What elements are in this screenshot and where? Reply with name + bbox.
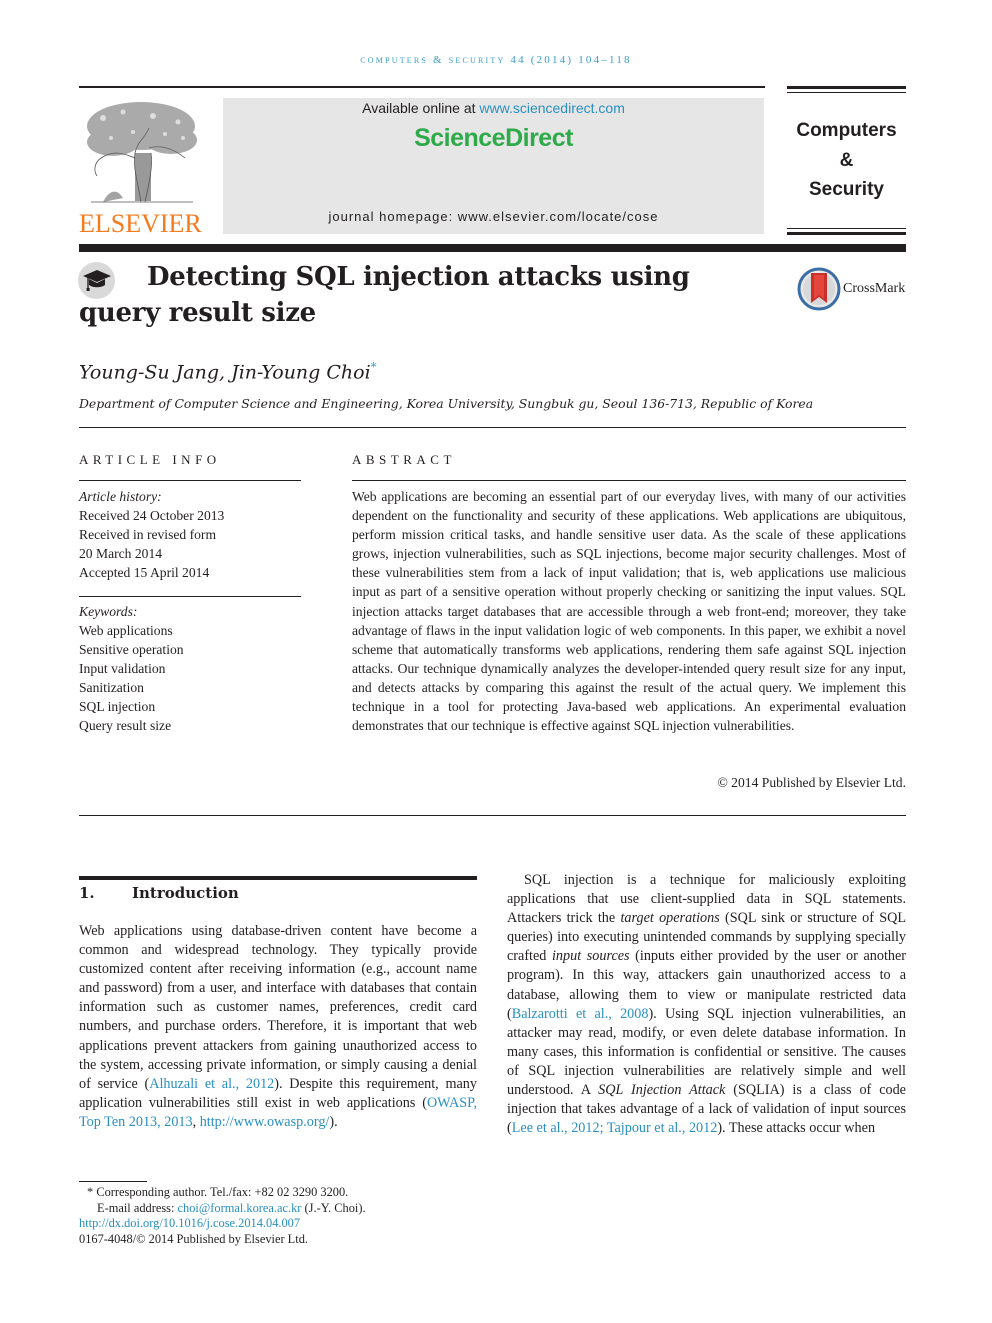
authors: Young-Su Jang, Jin-Young Choi* xyxy=(79,360,377,384)
journal-rule xyxy=(787,228,906,229)
abstract-copyright: © 2014 Published by Elsevier Ltd. xyxy=(717,775,906,790)
keyword: Input validation xyxy=(79,661,166,676)
sciencedirect-link[interactable]: www.sciencedirect.com xyxy=(479,100,625,116)
available-online: Available online at www.sciencedirect.co… xyxy=(362,100,625,116)
footnote: * Corresponding author. Tel./fax: +82 02… xyxy=(79,1185,499,1248)
keyword: Sanitization xyxy=(79,680,144,695)
footnote-rule xyxy=(79,1181,147,1182)
elsevier-logo[interactable]: ELSEVIER xyxy=(79,98,202,238)
article-info-heading: ARTICLE INFO xyxy=(79,452,221,467)
keyword: Sensitive operation xyxy=(79,642,184,657)
header-divider xyxy=(79,244,906,252)
intro-paragraph-right: SQL injection is a technique for malicio… xyxy=(507,872,907,1137)
history-item: Received 24 October 2013 xyxy=(79,508,225,523)
article-title: Detecting SQL injection attacks using qu… xyxy=(79,262,690,328)
citation-link[interactable]: Balzarotti et al., 2008 xyxy=(512,1006,649,1022)
abstract-heading: ABSTRACT xyxy=(352,452,456,467)
issn-line: 0167-4048/© 2014 Published by Elsevier L… xyxy=(79,1232,308,1247)
corresponding-author-note: * Corresponding author. Tel./fax: +82 02… xyxy=(87,1185,349,1199)
intro-paragraph-left: Web applications using database-driven c… xyxy=(79,923,477,1130)
journal-name: Computers & Security xyxy=(796,120,897,200)
keyword: Query result size xyxy=(79,718,172,733)
crossmark-icon xyxy=(797,267,841,311)
citation-link[interactable]: Lee et al., 2012; Tajpour et al., 2012 xyxy=(512,1120,718,1136)
history-item: 20 March 2014 xyxy=(79,546,163,561)
crossmark-badge[interactable]: CrossMark xyxy=(797,267,909,311)
keywords: Keywords: Web applications Sensitive ope… xyxy=(79,602,301,735)
keyword: SQL injection xyxy=(79,699,156,714)
email-line: E-mail address: choi@formal.korea.ac.kr … xyxy=(97,1200,366,1215)
abstract-text: Web applications are becoming an essenti… xyxy=(352,489,906,734)
journal-rule xyxy=(787,232,906,235)
divider xyxy=(79,480,301,481)
history-item: Received in revised form xyxy=(79,527,217,542)
citation-link[interactable]: Alhuzali et al., 2012 xyxy=(149,1076,274,1092)
divider xyxy=(79,596,301,597)
section-heading-introduction: 1. Introduction xyxy=(79,884,239,902)
sciencedirect-logo[interactable]: ScienceDirect xyxy=(223,124,764,153)
divider xyxy=(79,815,906,816)
owasp-link[interactable]: http://www.owasp.org/ xyxy=(200,1114,330,1130)
email-link[interactable]: choi@formal.korea.ac.kr xyxy=(178,1201,302,1215)
journal-rule xyxy=(787,92,906,93)
running-head: computers & security 44 (2014) 104–118 xyxy=(360,54,632,66)
journal-homepage[interactable]: journal homepage: www.elsevier.com/locat… xyxy=(223,209,764,224)
journal-rule xyxy=(787,86,906,89)
affiliation: Department of Computer Science and Engin… xyxy=(79,396,814,411)
section-rule xyxy=(79,876,477,880)
divider xyxy=(352,480,906,481)
sciencedirect-banner: Available online at www.sciencedirect.co… xyxy=(223,98,764,234)
corresponding-author-marker[interactable]: * xyxy=(371,360,377,374)
keyword: Web applications xyxy=(79,623,173,638)
doi-link[interactable]: http://dx.doi.org/10.1016/j.cose.2014.04… xyxy=(79,1216,300,1230)
header-top-rule xyxy=(79,86,765,88)
article-history: Article history: Received 24 October 201… xyxy=(79,487,301,582)
elsevier-tree-icon xyxy=(87,102,197,203)
divider xyxy=(79,427,906,428)
history-item: Accepted 15 April 2014 xyxy=(79,565,210,580)
elsevier-wordmark: ELSEVIER xyxy=(79,209,202,238)
